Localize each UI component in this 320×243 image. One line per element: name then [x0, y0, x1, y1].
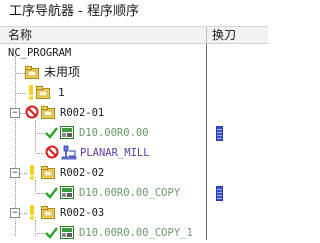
checkmark-icon [45, 187, 58, 199]
window-title: 工序导航器 - 程序顺序 [0, 0, 268, 26]
tree-line [15, 93, 25, 94]
tool-icon [216, 186, 223, 201]
tree-line [35, 153, 44, 154]
warning-icon [30, 205, 34, 220]
operation-3-label: D10.00R0.00_COPY [79, 187, 181, 199]
group-3-label: R002-03 [60, 207, 105, 219]
folder-icon [41, 206, 55, 219]
tree-row-group-3[interactable]: − R002-03 [0, 203, 268, 223]
checkmark-icon [45, 227, 58, 239]
operation-icon [60, 186, 74, 199]
tree-row-group-1[interactable]: − R002-01 [0, 103, 268, 123]
warning-icon [30, 165, 34, 180]
tree-row-operation-1[interactable]: D10.00R0.00 [0, 123, 268, 143]
tree-row-operation-4[interactable]: D10.00R0.00_COPY_1 [0, 223, 268, 243]
operation-icon [60, 126, 74, 139]
root-label: NC_PROGRAM [8, 47, 72, 59]
tree-line [15, 73, 25, 74]
operation-icon [60, 226, 74, 239]
planar-mill-icon [61, 145, 77, 160]
collapse-toggle[interactable]: − [10, 208, 20, 218]
operation-2-label: PLANAR_MILL [80, 147, 150, 159]
folder-icon [25, 66, 39, 79]
program-1-label: 1 [58, 86, 65, 99]
tree-line [20, 173, 27, 174]
tree-row-unused[interactable]: 未用项 [0, 63, 268, 83]
tree-line [35, 233, 44, 234]
error-prohibited-icon [25, 105, 39, 119]
collapse-toggle[interactable]: − [10, 108, 20, 118]
checkmark-icon [45, 127, 58, 139]
tree-row-root[interactable]: NC_PROGRAM [0, 43, 268, 63]
tree-row-program-1[interactable]: 1 [0, 83, 268, 103]
tree-line [35, 133, 44, 134]
folder-icon [41, 106, 55, 119]
operation-1-label: D10.00R0.00 [79, 127, 149, 139]
folder-icon [36, 86, 50, 99]
warning-icon [29, 85, 33, 100]
group-2-label: R002-02 [60, 167, 105, 179]
collapse-toggle[interactable]: − [10, 168, 20, 178]
column-divider[interactable] [206, 27, 207, 44]
tree-row-group-2[interactable]: − R002-02 [0, 163, 268, 183]
column-name-header[interactable]: 名称 [8, 27, 32, 44]
column-header: 名称 换刀 [0, 26, 268, 44]
tree-line [35, 193, 44, 194]
group-1-label: R002-01 [60, 107, 105, 119]
unused-label: 未用项 [44, 65, 81, 79]
tree-line [20, 213, 27, 214]
error-prohibited-icon [45, 145, 59, 159]
tree-row-operation-2[interactable]: PLANAR_MILL [0, 143, 268, 163]
operation-4-label: D10.00R0.00_COPY_1 [79, 227, 193, 239]
column-tool-change-header[interactable]: 换刀 [212, 27, 236, 44]
tree-row-operation-3[interactable]: D10.00R0.00_COPY [0, 183, 268, 203]
tool-icon [216, 126, 223, 141]
folder-icon [41, 166, 55, 179]
